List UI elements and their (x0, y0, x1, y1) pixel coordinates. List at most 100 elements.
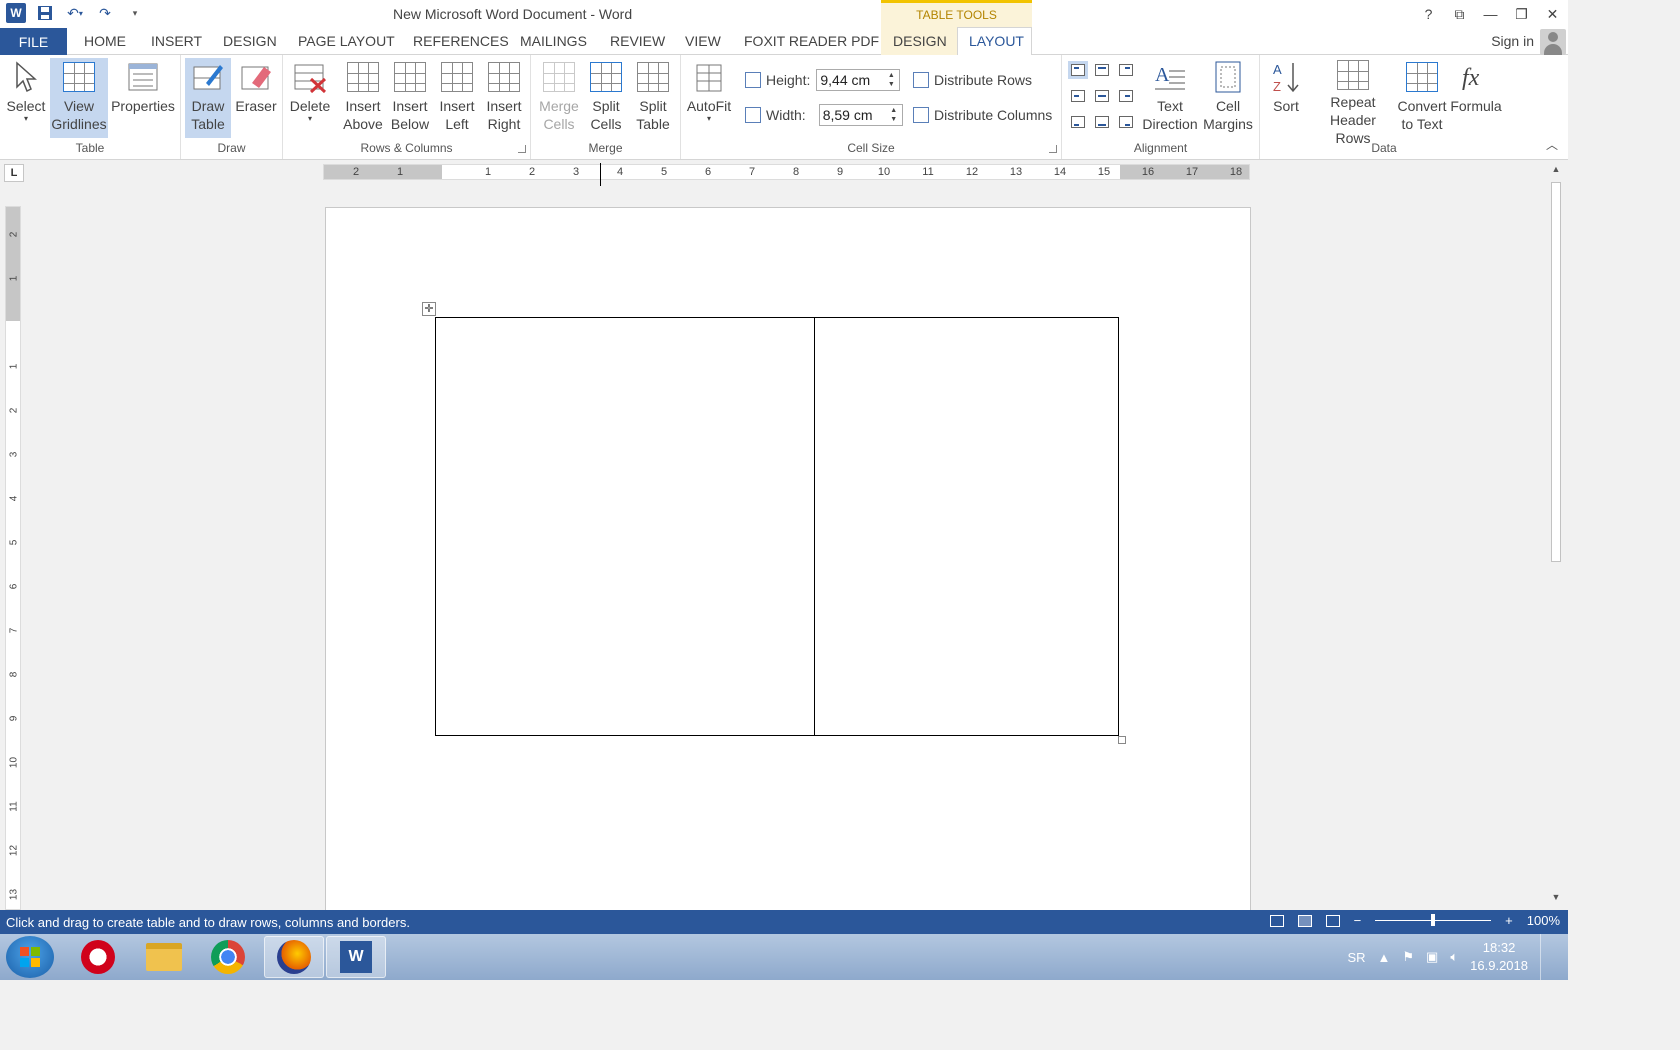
tab-home[interactable]: HOME (84, 33, 126, 49)
close-button[interactable]: ✕ (1537, 0, 1568, 28)
print-layout-icon[interactable] (1297, 914, 1312, 927)
ribbon-display-options-button[interactable]: ⧉ (1444, 0, 1475, 28)
zoom-slider[interactable] (1375, 914, 1492, 926)
dialog-launcher-icon[interactable] (518, 145, 526, 153)
horizontal-ruler[interactable]: 2 1 1 2 3 4 5 6 7 8 9 10 11 12 13 14 15 16 17 18 (323, 163, 1250, 187)
zoom-in-icon[interactable]: + (1505, 913, 1513, 928)
word-app-icon[interactable]: W (6, 3, 26, 23)
restore-button[interactable]: ❐ (1506, 0, 1537, 28)
delete-button[interactable]: Delete ▾ (287, 58, 333, 138)
scroll-up-icon[interactable]: ▲ (1549, 164, 1563, 178)
align-top-center-button[interactable] (1092, 61, 1112, 79)
cell-margins-button[interactable]: Cell Margins (1200, 58, 1256, 138)
web-layout-icon[interactable] (1325, 914, 1340, 927)
help-button[interactable]: ? (1413, 0, 1444, 28)
column-border[interactable] (814, 318, 815, 735)
align-bottom-center-button[interactable] (1092, 113, 1112, 131)
scroll-thumb[interactable] (1551, 182, 1561, 562)
tab-mailings[interactable]: MAILINGS (520, 33, 587, 49)
zoom-slider-thumb[interactable] (1431, 914, 1436, 926)
tab-view[interactable]: VIEW (685, 33, 721, 49)
undo-icon[interactable]: ↶ ▾ (64, 3, 86, 23)
tab-table-layout[interactable]: LAYOUT (969, 33, 1024, 49)
distribute-columns-button[interactable]: Distribute Columns (913, 107, 1052, 123)
word-icon[interactable]: W (326, 936, 386, 978)
insert-below-button[interactable]: Insert Below (387, 58, 433, 138)
firefox-icon[interactable] (264, 936, 324, 978)
tab-review[interactable]: REVIEW (610, 33, 665, 49)
minimize-button[interactable]: — (1475, 0, 1506, 28)
insert-left-button[interactable]: Insert Left (435, 58, 479, 138)
tab-table-design[interactable]: DESIGN (893, 33, 947, 49)
autofit-button[interactable]: AutoFit ▾ (685, 58, 733, 138)
tab-design[interactable]: DESIGN (223, 33, 277, 49)
properties-button[interactable]: Properties (110, 58, 176, 138)
show-desktop-button[interactable] (1540, 934, 1550, 980)
align-center-button[interactable] (1092, 87, 1112, 105)
tab-file[interactable]: FILE (0, 28, 67, 55)
align-center-right-button[interactable] (1116, 87, 1136, 105)
align-center-left-button[interactable] (1068, 87, 1088, 105)
start-button[interactable] (6, 936, 54, 978)
language-indicator[interactable]: SR (1347, 950, 1365, 965)
action-center-flag-icon[interactable]: ⚑ (1402, 949, 1414, 965)
sort-button[interactable]: AZ Sort (1266, 58, 1306, 138)
file-explorer-icon[interactable] (134, 936, 194, 978)
split-table-button[interactable]: Split Table (630, 58, 676, 138)
tab-page-layout[interactable]: PAGE LAYOUT (298, 33, 395, 49)
align-top-right-button[interactable] (1116, 61, 1136, 79)
show-hidden-icons-icon[interactable]: ▲ (1378, 950, 1391, 965)
cell-size-group: AutoFit ▾ Height: ▲▼ Width: ▲▼ Distribut… (681, 55, 1062, 159)
vertical-ruler[interactable]: 2 1 1 2 3 4 5 6 7 8 9 10 11 12 13 (5, 206, 21, 910)
align-bottom-right-button[interactable] (1116, 113, 1136, 131)
customize-qat-icon[interactable]: ▾ (124, 3, 146, 23)
tab-selector[interactable]: L (4, 164, 24, 182)
split-cells-button[interactable]: Split Cells (583, 58, 629, 138)
scroll-down-icon[interactable]: ▼ (1549, 892, 1563, 906)
merge-cells-button[interactable]: Merge Cells (535, 58, 583, 138)
ruler-number: 9 (8, 715, 20, 722)
convert-to-text-button[interactable]: Convert to Text (1396, 58, 1448, 138)
user-avatar[interactable] (1540, 29, 1566, 55)
repeat-header-rows-button[interactable]: Repeat Header Rows (1312, 58, 1394, 146)
collapse-ribbon-icon[interactable]: ︿ (1546, 136, 1558, 153)
draw-table-button[interactable]: Draw Table (185, 58, 231, 138)
cursor-icon (9, 60, 43, 94)
redo-icon[interactable]: ↷ (94, 3, 116, 23)
height-input[interactable] (817, 70, 884, 90)
insert-right-button[interactable]: Insert Right (481, 58, 527, 138)
zoom-level[interactable]: 100% (1527, 913, 1560, 928)
dialog-launcher-icon[interactable] (1049, 145, 1057, 153)
width-input[interactable] (819, 105, 886, 125)
document-page[interactable]: ✛ (325, 207, 1251, 910)
window-controls: ? ⧉ — ❐ ✕ (1413, 0, 1568, 28)
read-mode-icon[interactable] (1269, 914, 1284, 927)
network-icon[interactable]: ▣ (1426, 949, 1438, 965)
save-icon[interactable] (34, 3, 56, 23)
table-resize-handle[interactable] (1118, 736, 1126, 744)
tab-references[interactable]: REFERENCES (413, 33, 509, 49)
document-table[interactable] (435, 317, 1119, 736)
clock[interactable]: 18:32 16.9.2018 (1470, 939, 1528, 975)
insert-above-button[interactable]: Insert Above (341, 58, 385, 138)
column-width-icon (745, 107, 761, 123)
zoom-out-icon[interactable]: − (1354, 913, 1362, 928)
spinner-arrows-icon[interactable]: ▲ ▼ (883, 71, 899, 89)
distribute-rows-button[interactable]: Distribute Rows (913, 72, 1032, 88)
sign-in-link[interactable]: Sign in (1491, 33, 1534, 49)
align-bottom-left-button[interactable] (1068, 113, 1088, 131)
tab-foxit-reader-pdf[interactable]: FOXIT READER PDF (744, 33, 879, 49)
text-direction-button[interactable]: A Text Direction (1142, 58, 1198, 138)
volume-icon[interactable]: 🔈︎ (1450, 949, 1458, 965)
chrome-icon[interactable] (198, 936, 258, 978)
align-top-left-button[interactable] (1068, 61, 1088, 79)
spinner-arrows-icon[interactable]: ▲ ▼ (886, 106, 902, 124)
table-move-handle-icon[interactable]: ✛ (422, 302, 436, 316)
formula-button[interactable]: fx Formula (1448, 58, 1504, 138)
select-button[interactable]: Select ▾ (4, 58, 48, 138)
eraser-button[interactable]: Eraser (233, 58, 279, 138)
view-gridlines-button[interactable]: View Gridlines (50, 58, 108, 138)
tab-insert[interactable]: INSERT (151, 33, 202, 49)
opera-icon[interactable] (68, 936, 128, 978)
vertical-scrollbar[interactable]: ▲ ▼ (1546, 160, 1568, 910)
